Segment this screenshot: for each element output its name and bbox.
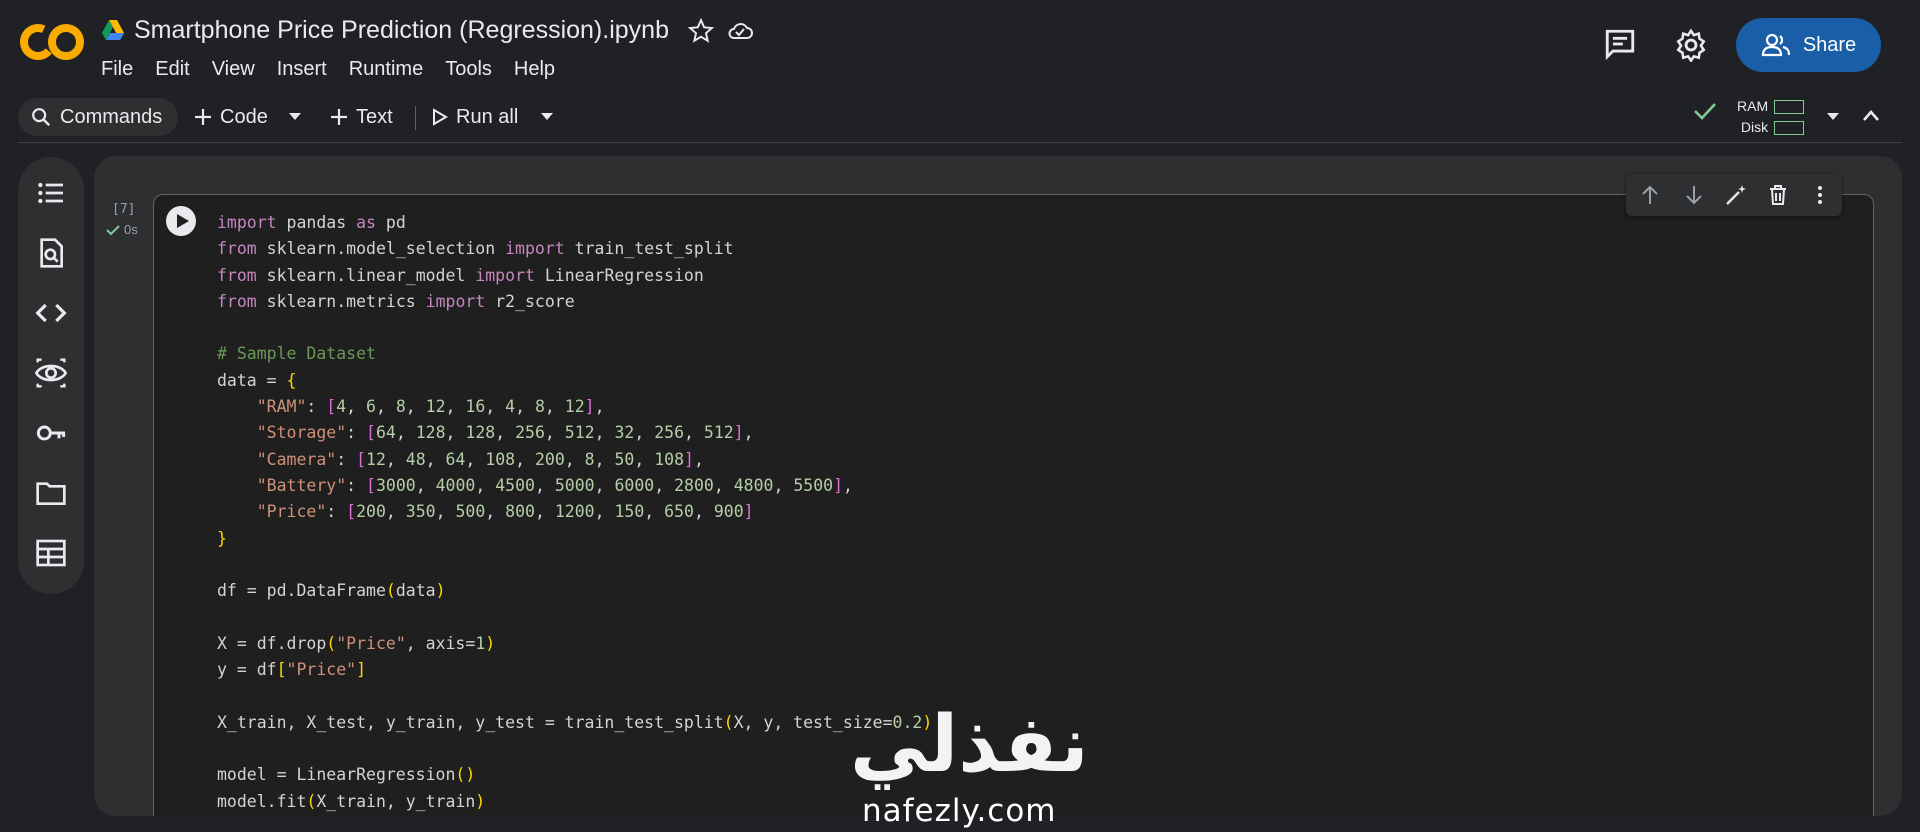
gear-icon[interactable] [1674,28,1708,62]
add-code-button[interactable]: Code [194,98,268,136]
cloud-icon[interactable] [726,18,754,44]
menu-help[interactable]: Help [503,56,566,83]
colab-logo[interactable] [18,20,88,64]
notebook-toolbar: Commands Code Text Run all [18,92,1902,143]
variables-icon[interactable] [35,357,67,389]
chevron-down-icon[interactable] [540,112,554,122]
commands-label: Commands [60,105,163,128]
disk-label: Disk [1740,119,1769,135]
execution-status: 0s [106,222,138,237]
toolbar-divider [415,106,416,130]
table-icon[interactable] [35,537,67,569]
run-all-label: Run all [456,105,519,128]
code-editor[interactable]: import pandas as pd from sklearn.model_s… [217,210,932,815]
ram-label: RAM [1737,98,1769,114]
run-cell-button[interactable] [166,206,196,236]
menu-view[interactable]: View [201,56,266,83]
menu-insert[interactable]: Insert [266,56,338,83]
cell-toolbar [1626,174,1842,216]
add-text-button[interactable]: Text [330,98,393,136]
commands-button[interactable]: Commands [18,98,178,136]
notebook-title[interactable]: Smartphone Price Prediction (Regression)… [134,16,669,45]
check-icon [1694,103,1716,120]
run-all-button[interactable]: Run all [432,98,518,136]
share-label: Share [1802,33,1857,56]
resource-labels[interactable]: RAM Disk [1737,96,1768,138]
edit-sparkle-icon[interactable] [1724,183,1748,207]
chevron-down-icon[interactable] [288,112,302,122]
ram-meter [1774,100,1804,114]
arrow-up-icon[interactable] [1638,183,1662,207]
watermark-site: nafezly.com [862,793,1057,829]
play-icon [433,108,448,126]
play-icon [177,214,189,228]
execution-time: 0s [124,222,138,237]
check-icon [106,224,120,235]
menu-edit[interactable]: Edit [144,56,200,83]
plus-icon [195,109,211,125]
folder-icon[interactable] [35,477,67,509]
people-icon [1761,33,1790,57]
menu-file[interactable]: File [90,56,144,83]
code-icon[interactable] [35,297,67,329]
arrow-down-icon[interactable] [1682,183,1706,207]
execution-count: [7] [112,202,136,217]
more-vert-icon[interactable] [1808,183,1832,207]
search-icon [32,108,51,127]
comments-icon[interactable] [1603,27,1637,61]
menu-bar: File Edit View Insert Runtime Tools Help [90,56,566,83]
app-header: Smartphone Price Prediction (Regression)… [0,0,1920,88]
watermark-arabic: نفذلي [850,700,1089,790]
plus-icon [331,109,347,125]
menu-runtime[interactable]: Runtime [338,56,434,83]
code-label: Code [220,105,268,128]
chevron-up-icon[interactable] [1862,108,1880,122]
star-icon[interactable] [688,18,714,44]
share-button[interactable]: Share [1736,18,1881,72]
find-icon[interactable] [35,237,67,269]
menu-tools[interactable]: Tools [434,56,503,83]
chevron-down-icon[interactable] [1826,112,1840,122]
disk-meter [1774,121,1804,135]
toc-icon[interactable] [35,177,67,209]
trash-icon[interactable] [1766,183,1790,207]
key-icon[interactable] [35,417,67,449]
drive-icon [102,20,124,40]
left-sidebar [18,157,84,594]
text-label: Text [356,105,393,128]
